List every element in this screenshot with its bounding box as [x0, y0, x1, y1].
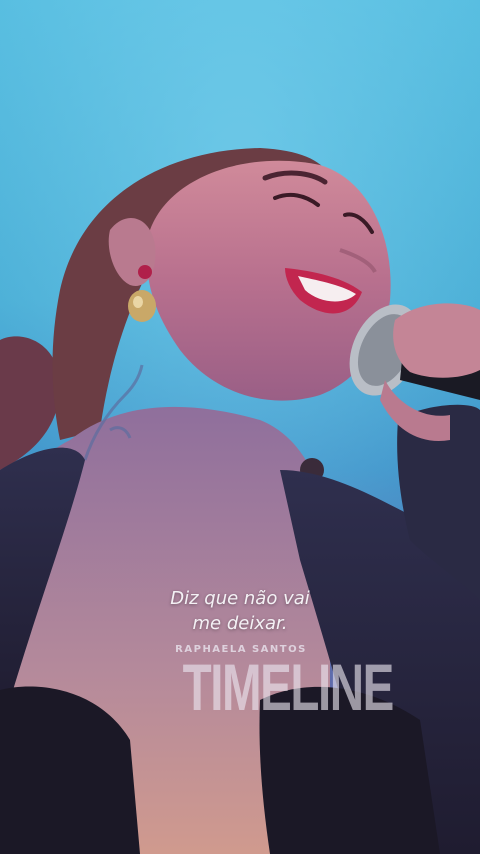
singer-photo	[0, 0, 480, 854]
logo-title: TIMELINE	[182, 650, 395, 724]
lyric-subtitle: Diz que não vai me deixar.	[0, 586, 480, 636]
subtitle-line: me deixar.	[192, 613, 288, 634]
earring-icon	[138, 265, 152, 279]
video-frame[interactable]: Diz que não vai me deixar. RAPHAELA SANT…	[0, 0, 480, 854]
timeline-logo: RAPHAELA SANTOS TIMELINE	[160, 644, 395, 724]
subtitle-line: Diz que não vai	[170, 588, 310, 609]
